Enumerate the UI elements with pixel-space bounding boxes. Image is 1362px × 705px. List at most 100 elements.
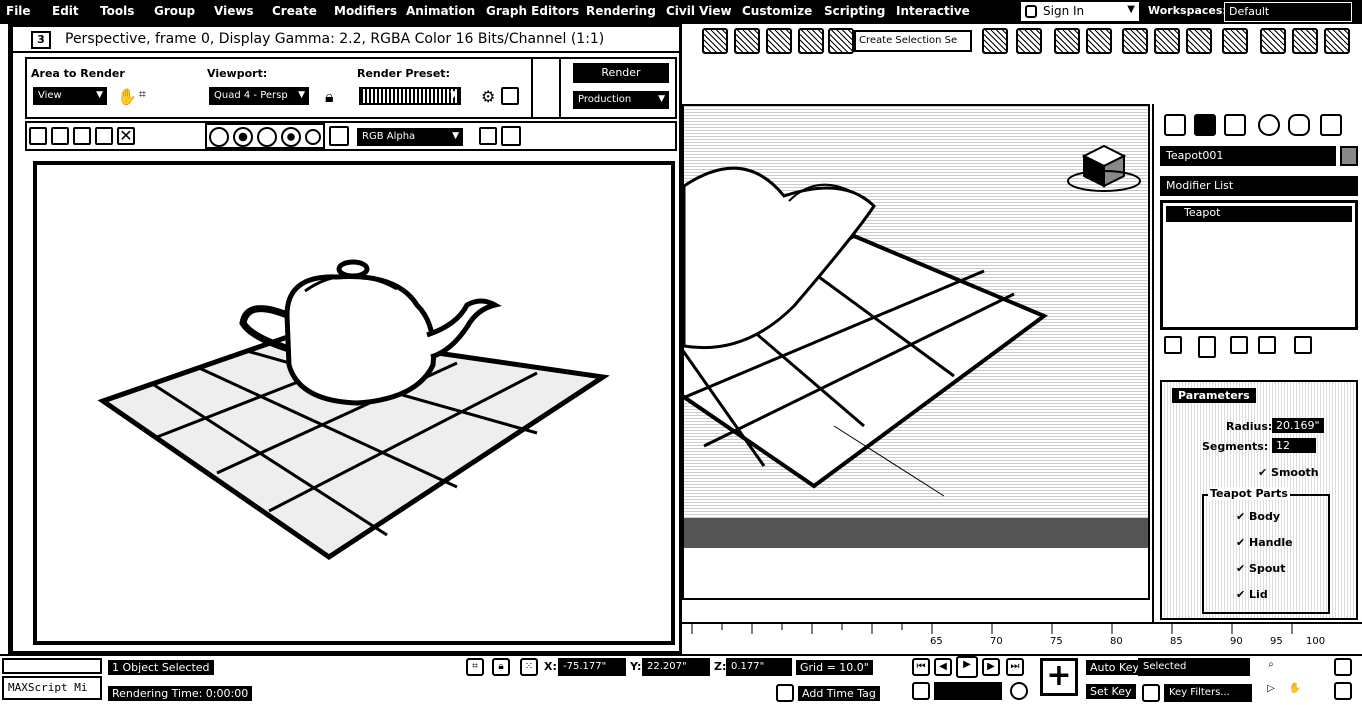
render-preset-select[interactable]: ▼ [359, 87, 461, 105]
frame-window-titlebar[interactable]: 3 Perspective, frame 0, Display Gamma: 2… [13, 27, 679, 53]
next-frame-icon[interactable]: ▶ [982, 658, 1000, 676]
key-filters-button[interactable]: Key Filters... [1164, 684, 1252, 702]
time-tag-icon[interactable] [776, 684, 794, 702]
motion-tab-icon[interactable] [1258, 114, 1280, 136]
toggle-ui-overlay-icon[interactable] [479, 127, 497, 145]
object-name-field[interactable]: Teapot001 [1160, 146, 1336, 166]
x-coordinate[interactable]: -75.177" [558, 658, 626, 676]
isolate-selection-icon[interactable]: ⌗ [466, 658, 484, 676]
menu-tools[interactable]: Tools [100, 4, 134, 18]
selected-set-dropdown[interactable]: Selected [1138, 658, 1250, 676]
parameters-title[interactable]: Parameters [1172, 388, 1256, 403]
render-setup-small-icon[interactable]: ⚙ [481, 87, 499, 106]
blue-channel-icon[interactable] [257, 127, 277, 147]
environment-icon[interactable] [501, 87, 519, 105]
menu-views[interactable]: Views [214, 4, 254, 18]
y-coordinate[interactable]: 22.207" [642, 658, 710, 676]
auto-key-button[interactable]: Auto Key [1086, 660, 1143, 675]
ribbon-icon[interactable] [1122, 28, 1148, 54]
stack-item-teapot[interactable]: Teapot [1166, 206, 1352, 222]
sign-in-dropdown[interactable]: Sign In ▼ [1020, 1, 1140, 22]
area-to-render-select[interactable]: View ▼ [33, 87, 107, 105]
menu-civil-view[interactable]: Civil View [666, 4, 732, 18]
edit-region-icon[interactable]: ✋ [117, 87, 137, 106]
segments-input[interactable]: 12 [1272, 438, 1316, 453]
clear-icon[interactable]: ✕ [117, 127, 135, 145]
menu-animation[interactable]: Animation [406, 4, 475, 18]
rendered-frame-window-icon[interactable] [1292, 28, 1318, 54]
absolute-mode-icon[interactable]: ⁙ [520, 658, 538, 676]
menu-create[interactable]: Create [272, 4, 317, 18]
percent-snap-icon[interactable] [766, 28, 792, 54]
render-production-icon[interactable] [1324, 28, 1350, 54]
auto-region-icon[interactable]: ⌗ [139, 87, 157, 105]
add-time-tag[interactable]: Add Time Tag [798, 686, 880, 701]
go-to-end-icon[interactable]: ⏭ [1006, 658, 1024, 676]
schematic-view-icon[interactable] [1186, 28, 1212, 54]
clone-window-icon[interactable] [73, 127, 91, 145]
perspective-viewport[interactable] [682, 104, 1150, 600]
copy-image-icon[interactable] [51, 127, 69, 145]
snap-toggle-icon[interactable] [702, 28, 728, 54]
go-to-start-icon[interactable]: ⏮ [912, 658, 930, 676]
make-unique-icon[interactable] [1230, 336, 1248, 354]
toggle-ui-icon[interactable] [501, 126, 521, 146]
lock-icon[interactable]: 🔒︎ [325, 87, 343, 106]
zoom-all-icon[interactable] [1286, 658, 1304, 676]
show-end-result-icon[interactable] [1198, 336, 1216, 358]
spinner-snap-icon[interactable] [798, 28, 824, 54]
angle-snap-icon[interactable] [734, 28, 760, 54]
menu-graph-editors[interactable]: Graph Editors [486, 4, 579, 18]
menu-file[interactable]: File [6, 4, 31, 18]
mirror-icon[interactable] [982, 28, 1008, 54]
menu-scripting[interactable]: Scripting [824, 4, 885, 18]
radius-input[interactable]: 20.169" [1272, 418, 1324, 433]
edit-named-selection-icon[interactable] [828, 28, 854, 54]
red-channel-icon[interactable] [209, 127, 229, 147]
viewcube-icon[interactable] [1064, 136, 1144, 196]
menu-modifiers[interactable]: Modifiers [334, 4, 397, 18]
alpha-channel-icon[interactable] [281, 127, 301, 147]
display-tab-icon[interactable] [1288, 114, 1310, 136]
display-channel-select[interactable]: RGB Alpha ▼ [357, 128, 463, 146]
modifier-list-dropdown[interactable]: Modifier List [1160, 176, 1358, 196]
render-setup-icon[interactable] [1260, 28, 1286, 54]
monochrome-icon[interactable] [305, 129, 321, 145]
align-icon[interactable] [1016, 28, 1042, 54]
menu-interactive[interactable]: Interactive [896, 4, 970, 18]
create-tab-icon[interactable] [1164, 114, 1186, 136]
time-config-icon[interactable] [1010, 682, 1028, 700]
key-mode-icon[interactable] [912, 682, 930, 700]
save-image-icon[interactable] [29, 127, 47, 145]
menu-group[interactable]: Group [154, 4, 195, 18]
color-swatch-icon[interactable] [329, 126, 349, 146]
maximize-viewport-icon[interactable] [1334, 682, 1352, 700]
menu-rendering[interactable]: Rendering [586, 4, 656, 18]
play-icon[interactable]: ▶ [956, 656, 978, 678]
menu-edit[interactable]: Edit [52, 4, 79, 18]
zoom-icon[interactable]: ⌕ [1262, 658, 1280, 676]
spout-checkbox[interactable]: ✔ Spout [1236, 562, 1286, 575]
body-checkbox[interactable]: ✔ Body [1236, 510, 1280, 523]
selection-lock-icon[interactable]: 🔒︎ [492, 658, 510, 676]
zoom-extents-icon[interactable] [1310, 658, 1328, 676]
default-in-out-icon[interactable] [1142, 684, 1160, 702]
time-ruler[interactable]: 65 70 75 80 85 90 95 100 [682, 622, 1362, 650]
z-coordinate[interactable]: 0.177" [726, 658, 792, 676]
utilities-tab-icon[interactable] [1320, 114, 1342, 136]
modify-tab-icon[interactable] [1194, 114, 1216, 136]
curve-editor-icon[interactable] [1154, 28, 1180, 54]
zoom-extents-all-icon[interactable] [1334, 658, 1352, 676]
selection-set-dropdown[interactable]: Create Selection Se [854, 30, 972, 52]
workspace-select[interactable]: Default [1224, 2, 1352, 22]
pin-stack-icon[interactable] [1164, 336, 1182, 354]
set-key-large-icon[interactable]: + [1040, 658, 1078, 696]
configure-sets-icon[interactable] [1294, 336, 1312, 354]
orbit-icon[interactable] [1310, 682, 1328, 700]
scene-explorer-icon[interactable] [1054, 28, 1080, 54]
smooth-checkbox[interactable]: ✔ Smooth [1258, 466, 1319, 479]
previous-frame-icon[interactable]: ◀ [934, 658, 952, 676]
pan-view-icon[interactable]: ✋ [1286, 682, 1304, 700]
maxscript-listener-top[interactable] [2, 658, 102, 674]
set-key-button[interactable]: Set Key [1086, 684, 1136, 699]
